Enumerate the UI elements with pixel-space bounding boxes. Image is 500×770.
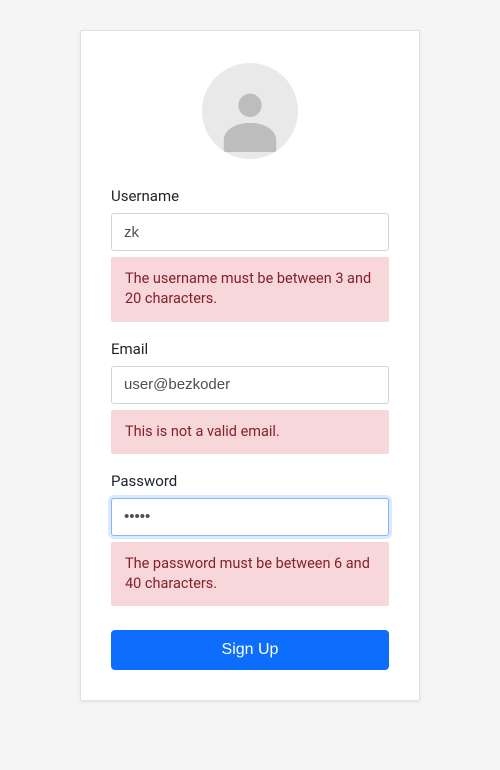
username-label: Username xyxy=(111,187,389,205)
email-input[interactable] xyxy=(111,366,389,404)
signup-card: Username The username must be between 3 … xyxy=(80,30,420,701)
email-group: Email This is not a valid email. xyxy=(111,340,389,454)
password-group: Password The password must be between 6 … xyxy=(111,472,389,607)
username-group: Username The username must be between 3 … xyxy=(111,187,389,322)
password-input[interactable] xyxy=(111,498,389,536)
password-error: The password must be between 6 and 40 ch… xyxy=(111,542,389,607)
username-input[interactable] xyxy=(111,213,389,251)
email-error: This is not a valid email. xyxy=(111,410,389,454)
avatar-wrapper xyxy=(111,63,389,159)
signup-button[interactable]: Sign Up xyxy=(111,630,389,670)
password-label: Password xyxy=(111,472,389,490)
avatar-placeholder xyxy=(202,63,298,159)
username-error: The username must be between 3 and 20 ch… xyxy=(111,257,389,322)
email-label: Email xyxy=(111,340,389,358)
user-icon xyxy=(215,82,285,152)
